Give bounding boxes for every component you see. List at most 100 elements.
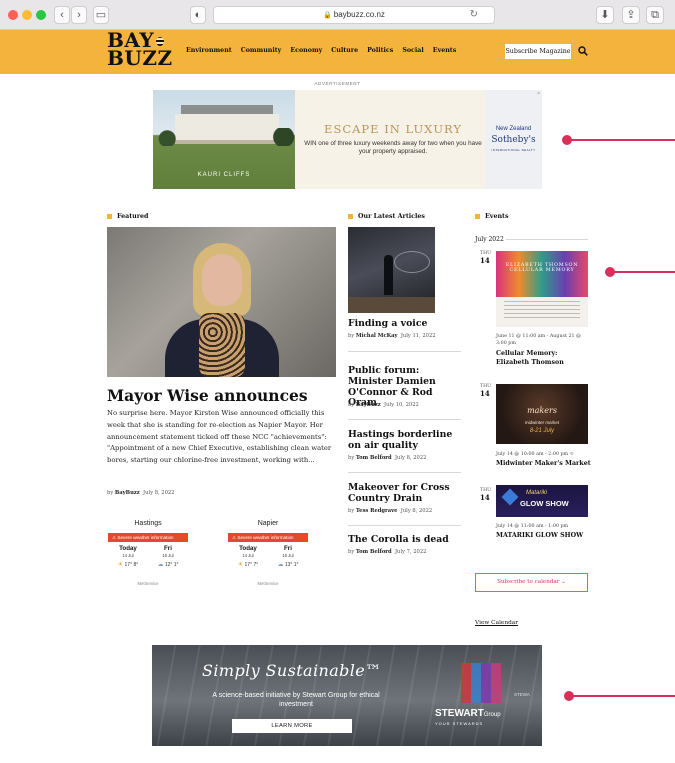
article-photo[interactable] xyxy=(348,227,435,313)
event-time-text: July 14 @ 10:00 am - 2:00 pm xyxy=(496,452,569,457)
subscribe-calendar-label: Subscribe to calendar xyxy=(497,579,560,585)
url-text: baybuzz.co.nz xyxy=(333,10,385,19)
event-title[interactable]: MATARIKI GLOW SHOW xyxy=(496,532,592,541)
ad-brand-suffix: Group xyxy=(483,712,501,718)
minimize-window-button[interactable] xyxy=(22,10,32,20)
privacy-icon[interactable]: ◐ xyxy=(190,6,206,24)
featured-date: July 8, 2022 xyxy=(143,490,175,496)
nav-item-politics[interactable]: Politics xyxy=(367,47,393,54)
ad-brand-panel: New Zealand Sotheby's INTERNATIONAL REAL… xyxy=(485,90,542,189)
ad-headline: Simply Sustainable™ xyxy=(202,661,382,680)
ad-brand-line-2: Sotheby's xyxy=(491,135,536,145)
partly-sunny-icon: ☀ xyxy=(117,562,124,568)
view-calendar-link[interactable]: View Calendar xyxy=(475,620,518,626)
reload-icon[interactable]: ↻ xyxy=(470,7,478,23)
weather-temps: 17° 7° xyxy=(244,562,259,568)
ad-tagline: A science-based initiative by Stewart Gr… xyxy=(212,692,380,708)
nav-item-environment[interactable]: Environment xyxy=(186,47,232,54)
event-image-caption-2: midwinter market xyxy=(524,420,560,425)
search-icon[interactable] xyxy=(578,46,588,56)
article-title[interactable]: The Corolla is dead xyxy=(348,534,461,546)
logo-line-2: BUZZ xyxy=(107,46,173,70)
event-time: June 11 @ 11:00 am - August 21 @ 3:00 pm xyxy=(496,334,581,346)
article-title[interactable]: Makeover for Cross Country Drain xyxy=(348,482,461,505)
bottom-advertisement[interactable]: Simply Sustainable™ A science-based init… xyxy=(152,645,542,746)
article-author[interactable]: Tom Belford xyxy=(356,455,392,461)
nav-item-culture[interactable]: Culture xyxy=(331,47,358,54)
featured-title[interactable]: Mayor Wise announces xyxy=(107,386,308,405)
site-logo[interactable]: BAY BUZZ xyxy=(107,30,173,70)
weather-temps: 12° 1° xyxy=(164,562,179,568)
byline-prefix: by xyxy=(348,333,355,339)
event-day: 14 xyxy=(480,493,490,502)
warning-icon: ⚠ xyxy=(232,535,237,540)
featured-author[interactable]: BayBuzz xyxy=(115,490,140,496)
featured-excerpt: No surprise here. Mayor Kirsten Wise ann… xyxy=(107,409,332,465)
event-flyer-text xyxy=(504,301,580,319)
event-image-caption: makers xyxy=(527,406,557,415)
event-image[interactable]: Matariki GLOW SHOW xyxy=(496,485,588,517)
subscribe-magazine-button[interactable]: Subscribe Magazine xyxy=(505,44,571,59)
ad-photo-caption: KAURI CLIFFS xyxy=(197,172,251,178)
featured-photo[interactable] xyxy=(107,227,336,377)
ad-brand-name: STEWART xyxy=(435,708,484,719)
nav-item-events[interactable]: Events xyxy=(433,47,457,54)
stewart-logo-grid xyxy=(461,663,501,703)
article-author[interactable]: BayBuzz xyxy=(356,402,381,408)
weather-widget-napier[interactable]: Napier ⚠ Severe weather information Toda… xyxy=(228,520,308,590)
weather-warning[interactable]: ⚠ Severe weather information xyxy=(108,533,188,542)
annotation-marker xyxy=(605,267,675,277)
weather-tomorrow: Fri 15 Jul ☁ 13° 1° xyxy=(268,545,308,568)
ad-choices-icon[interactable]: × xyxy=(537,91,540,97)
zoom-window-button[interactable] xyxy=(36,10,46,20)
subscribe-calendar-button[interactable]: Subscribe to calendar ⌄ xyxy=(475,573,588,592)
article-title[interactable]: Hastings borderline on air quality xyxy=(348,429,461,452)
event-title[interactable]: Cellular Memory: Elizabeth Thomson xyxy=(496,350,592,367)
weather-day-date: 15 Jul xyxy=(282,553,294,558)
photo-face xyxy=(202,254,242,306)
nav-item-community[interactable]: Community xyxy=(241,47,282,54)
ad-subtext: WIN one of three luxury weekends away fo… xyxy=(304,140,482,155)
article-author[interactable]: Tom Belford xyxy=(356,549,392,555)
partly-sunny-icon: ☀ xyxy=(237,562,244,568)
forward-button[interactable]: › xyxy=(71,6,87,24)
byline-prefix: by xyxy=(348,508,355,514)
nav-item-social[interactable]: Social xyxy=(402,47,423,54)
article-author[interactable]: Michal McKay xyxy=(356,333,398,339)
article-author[interactable]: Tess Redgrave xyxy=(356,508,398,514)
top-advertisement[interactable]: KAURI CLIFFS ESCAPE IN LUXURY WIN one of… xyxy=(153,90,542,189)
weather-temps: 13° 1° xyxy=(284,562,299,568)
event-image-caption: Matariki xyxy=(526,490,548,496)
byline-prefix: by xyxy=(348,549,355,555)
weather-warning[interactable]: ⚠ Severe weather information xyxy=(228,533,308,542)
tabs-icon[interactable]: ⧉ xyxy=(646,6,664,24)
downloads-icon[interactable]: ⬇ xyxy=(596,6,614,24)
weather-day-label: Fri xyxy=(164,545,172,552)
article-divider xyxy=(348,472,461,473)
advertisement-label: ADVERTISEMENT xyxy=(314,81,361,86)
annotation-marker xyxy=(562,135,675,145)
event-image[interactable]: makers midwinter market 8-21 July xyxy=(496,384,588,444)
address-bar[interactable]: 🔒 baybuzz.co.nz ↻ xyxy=(213,6,495,24)
event-image-caption: ELIZABETH THOMSON CELLULAR MEMORY xyxy=(505,263,579,273)
weather-widget-hastings[interactable]: Hastings ⚠ Severe weather information To… xyxy=(108,520,188,590)
featured-byline: by BayBuzz July 8, 2022 xyxy=(107,490,175,496)
event-image[interactable]: ELIZABETH THOMSON CELLULAR MEMORY xyxy=(496,251,588,327)
warning-icon: ⚠ xyxy=(112,535,117,540)
learn-more-button[interactable]: LEARN MORE xyxy=(232,719,352,733)
weather-city: Napier xyxy=(257,520,279,527)
share-icon[interactable]: ⇪ xyxy=(622,6,640,24)
nav-item-economy[interactable]: Economy xyxy=(290,47,322,54)
articles-heading: Our Latest Articles xyxy=(348,213,425,220)
cloud-rain-icon: ☁ xyxy=(277,562,284,568)
event-title[interactable]: Midwinter Maker's Market xyxy=(496,460,592,469)
back-button[interactable]: ‹ xyxy=(54,6,70,24)
event-date: THU 14 xyxy=(480,251,491,265)
weather-warning-text: Severe weather information xyxy=(237,535,294,540)
sidebar-icon[interactable]: ▭ xyxy=(93,6,109,24)
ad-brand-sub: YOUR STEWARDS xyxy=(435,721,484,726)
close-window-button[interactable] xyxy=(8,10,18,20)
article-title[interactable]: Finding a voice xyxy=(348,318,461,330)
photo-speaker xyxy=(384,255,393,295)
weather-warning-text: Severe weather information xyxy=(117,535,174,540)
